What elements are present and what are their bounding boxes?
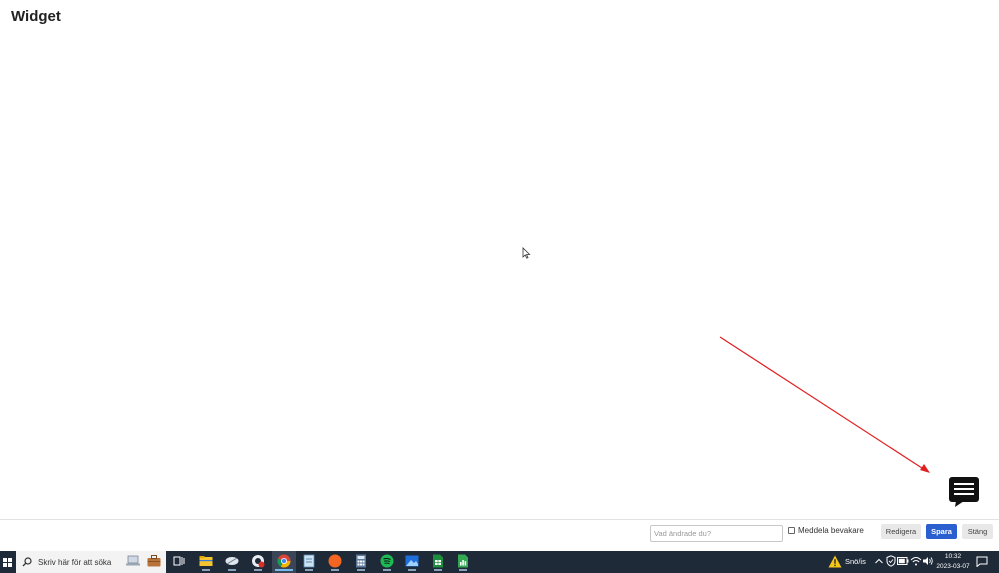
weather-text[interactable]: Snö/is bbox=[845, 551, 866, 573]
clock-time: 10:32 bbox=[944, 553, 962, 560]
taskbar-search-placeholder: Skriv här för att söka bbox=[38, 557, 112, 567]
edit-summary-input[interactable] bbox=[650, 525, 783, 542]
clock-date: 2023-03-07 bbox=[936, 562, 970, 570]
save-button[interactable]: Spara bbox=[926, 524, 957, 539]
laptop-icon[interactable] bbox=[126, 554, 140, 568]
search-icon bbox=[22, 557, 32, 567]
chat-widget-button[interactable] bbox=[948, 476, 980, 508]
edit-button[interactable]: Redigera bbox=[881, 524, 921, 539]
calculator-icon[interactable] bbox=[354, 554, 368, 571]
annotation-arrow bbox=[719, 336, 930, 473]
warning-icon[interactable] bbox=[828, 554, 842, 568]
file-explorer-icon[interactable] bbox=[199, 554, 213, 571]
notify-watchers-checkbox[interactable] bbox=[788, 527, 795, 534]
compass-icon[interactable] bbox=[328, 554, 342, 571]
page-title: Widget bbox=[11, 8, 61, 25]
photos-icon[interactable] bbox=[405, 554, 419, 571]
spotify-icon[interactable] bbox=[380, 554, 394, 571]
edge-icon[interactable] bbox=[251, 554, 265, 571]
windows-logo-icon bbox=[2, 557, 12, 567]
start-button[interactable] bbox=[0, 551, 14, 573]
briefcase-icon[interactable] bbox=[147, 554, 161, 568]
notification-center-icon[interactable] bbox=[975, 554, 989, 568]
notify-watchers-label: Meddela bevakare bbox=[798, 526, 864, 535]
notepad-icon[interactable] bbox=[302, 554, 316, 571]
editor-bar: Meddela bevakare Redigera Spara Stäng bbox=[0, 519, 999, 552]
task-view-icon[interactable] bbox=[172, 554, 186, 568]
chat-bubble-icon bbox=[949, 477, 979, 507]
spreadsheet-chart-icon[interactable] bbox=[456, 554, 470, 571]
spreadsheet-icon[interactable] bbox=[431, 554, 445, 571]
feather-app-icon[interactable] bbox=[225, 554, 239, 571]
volume-icon[interactable] bbox=[921, 554, 935, 568]
chrome-icon[interactable] bbox=[275, 554, 293, 571]
notify-watchers-option[interactable]: Meddela bevakare bbox=[788, 526, 864, 535]
taskbar-search[interactable]: Skriv här för att söka bbox=[16, 551, 166, 573]
mouse-cursor-icon bbox=[522, 247, 531, 259]
close-button[interactable]: Stäng bbox=[962, 524, 993, 539]
battery-icon[interactable] bbox=[896, 554, 910, 568]
taskbar: Skriv här för att söka Snö/is 10:32 2023… bbox=[0, 551, 999, 573]
taskbar-clock[interactable]: 10:32 2023-03-07 bbox=[936, 552, 970, 571]
